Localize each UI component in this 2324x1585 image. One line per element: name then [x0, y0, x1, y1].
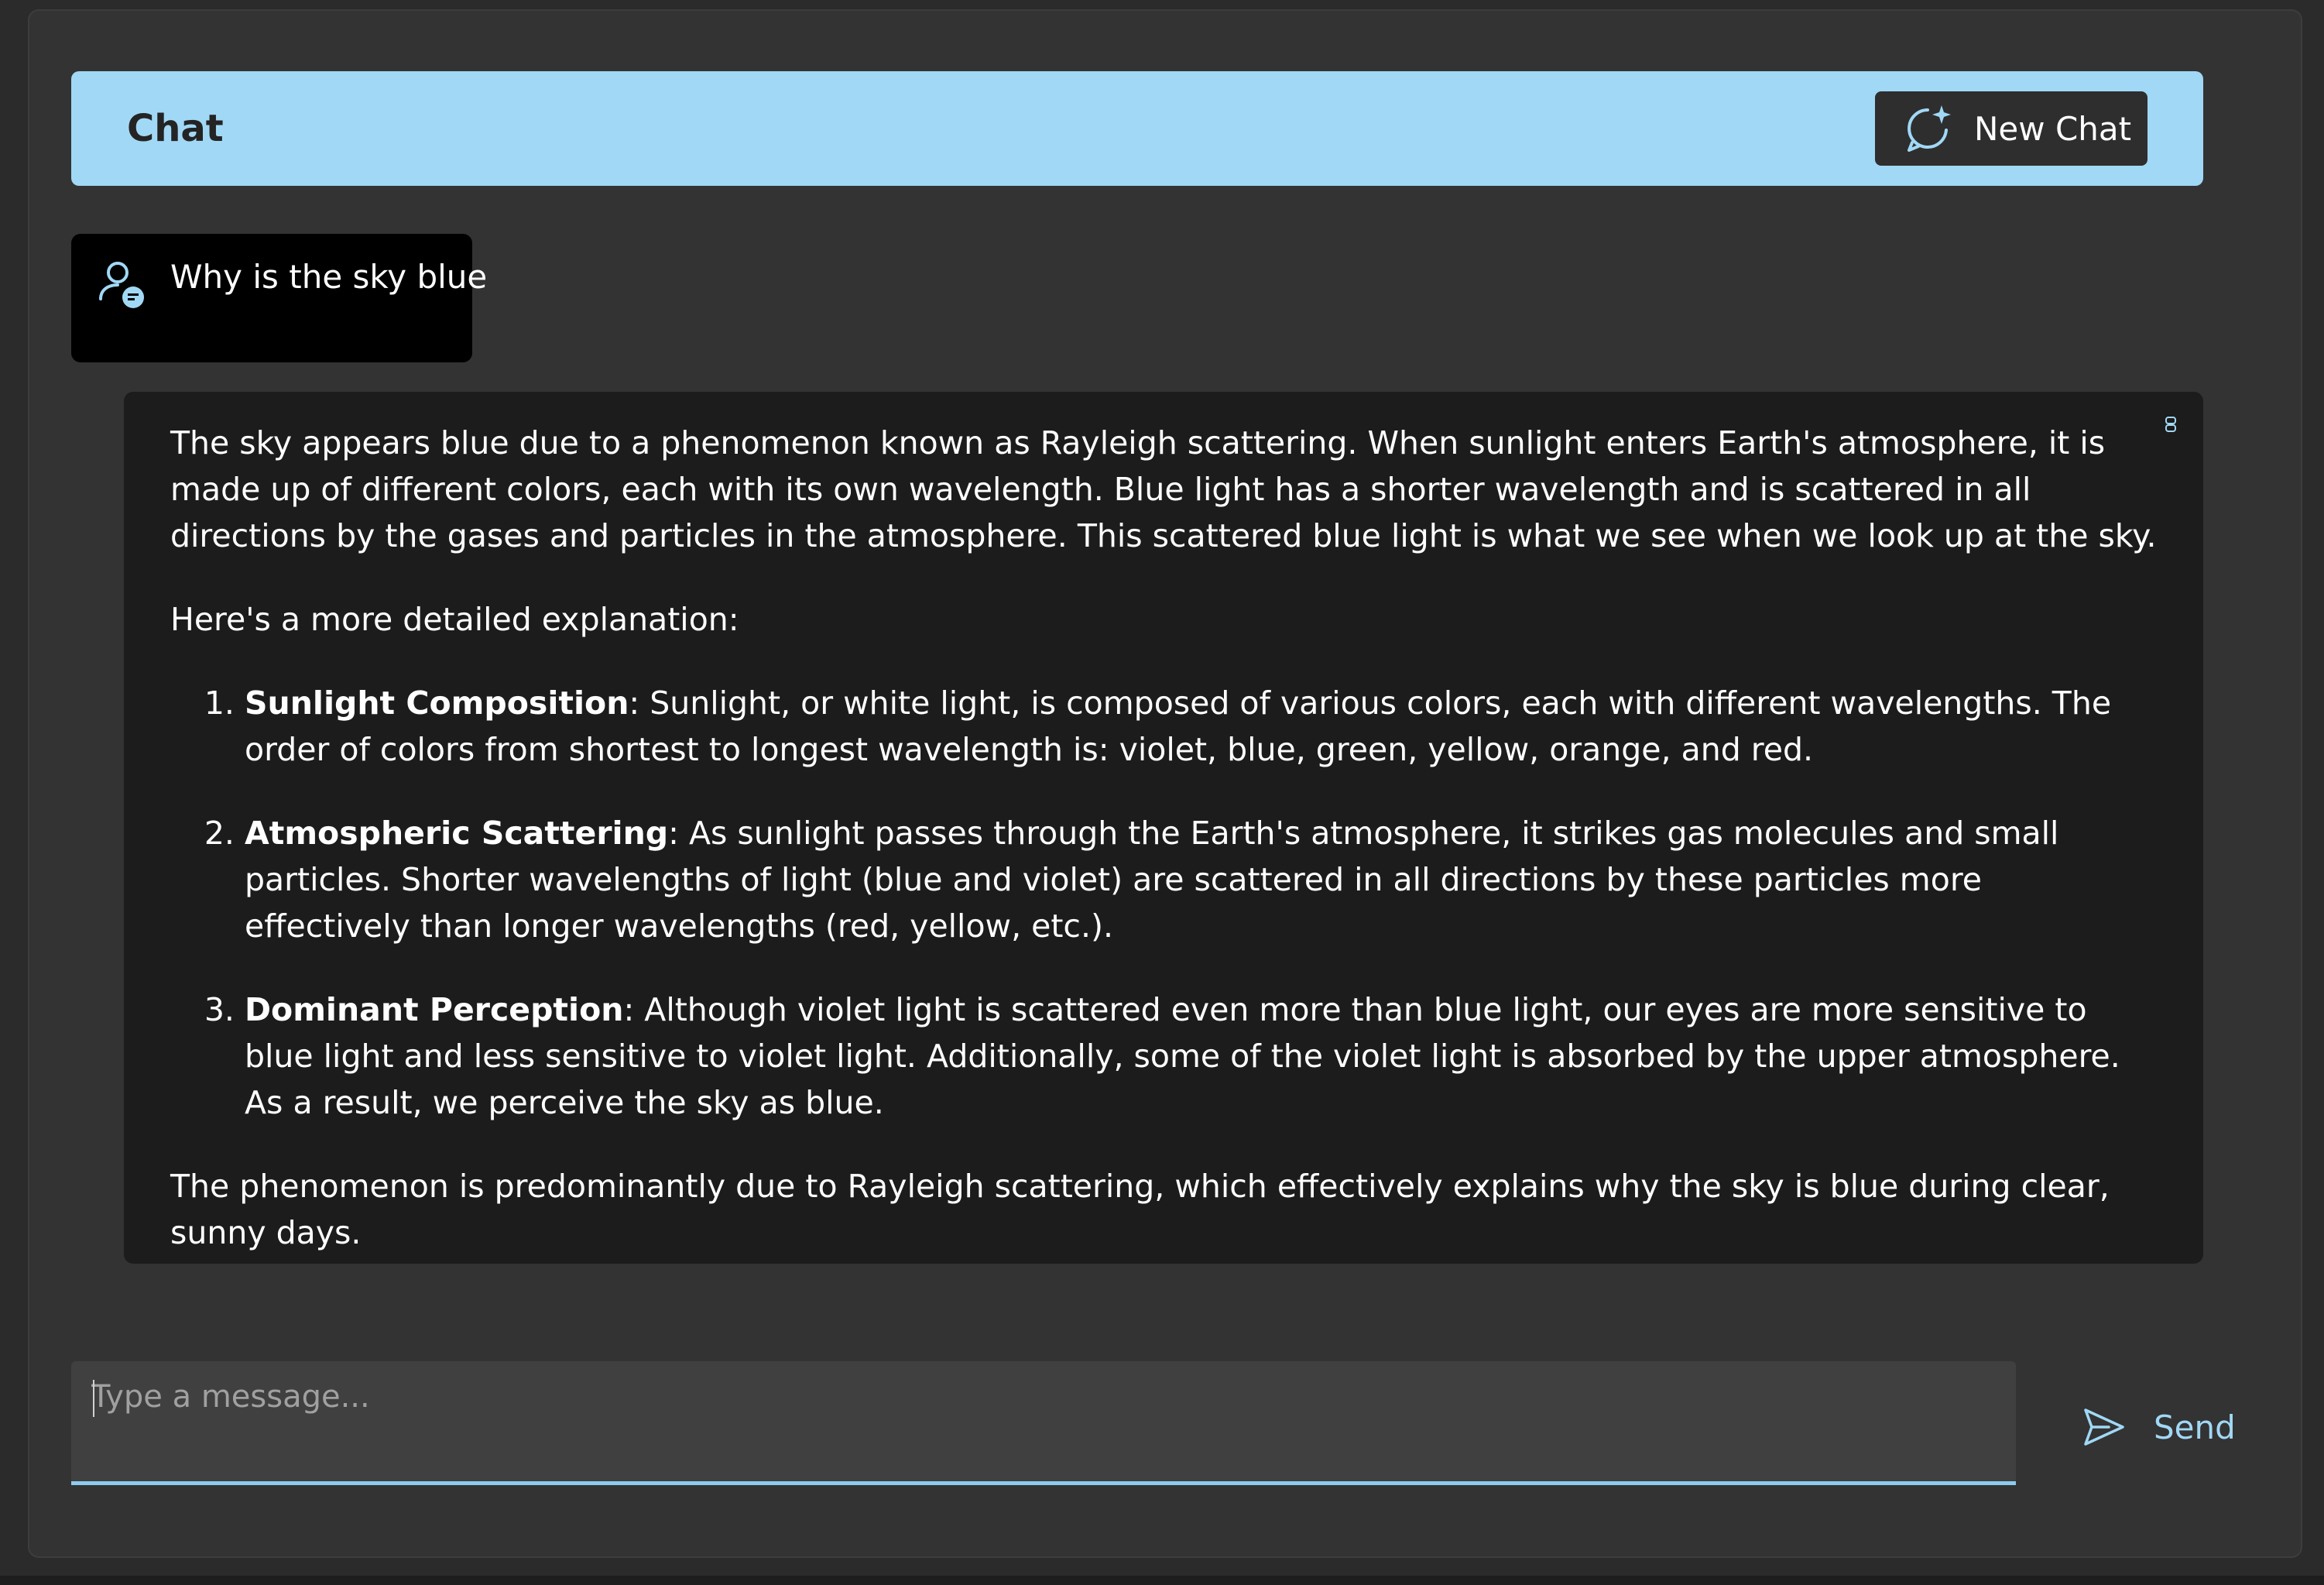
list-item: Dominant Perception: Although violet lig… [245, 986, 2157, 1126]
list-item: Atmospheric Scattering: As sunlight pass… [245, 810, 2157, 949]
text-caret [93, 1380, 94, 1417]
message-input[interactable] [91, 1375, 1980, 1460]
header-title: Chat [127, 107, 224, 150]
list-item-title: Sunlight Composition [245, 684, 629, 722]
user-message-text: Why is the sky blue [170, 258, 488, 296]
chat-header: Chat New Chat [71, 71, 2203, 186]
assistant-intro: The sky appears blue due to a phenomenon… [170, 424, 2157, 554]
chat-sparkle-icon [1908, 105, 1951, 152]
list-item: Sunlight Composition: Sunlight, or white… [245, 680, 2157, 773]
send-button[interactable]: Send [2082, 1400, 2236, 1454]
send-icon [2084, 1408, 2124, 1446]
window-bottom-edge [0, 1576, 2324, 1585]
user-message: Why is the sky blue [71, 234, 487, 362]
assistant-message: The sky appears blue due to a phenomenon… [124, 392, 2203, 1264]
assistant-conclusion: The phenomenon is predominantly due to R… [170, 1168, 2110, 1251]
assistant-lead-in: Here's a more detailed explanation: [170, 601, 739, 638]
new-chat-button[interactable]: New Chat [1875, 91, 2147, 166]
person-chat-icon [99, 262, 144, 308]
message-input-container [71, 1361, 2016, 1485]
send-label: Send [2154, 1408, 2236, 1446]
copy-icon[interactable] [2161, 415, 2180, 434]
explanation-list: Sunlight Composition: Sunlight, or white… [170, 680, 2157, 1126]
new-chat-label: New Chat [1974, 109, 2132, 148]
list-item-title: Dominant Perception [245, 991, 624, 1028]
list-item-title: Atmospheric Scattering [245, 815, 669, 852]
